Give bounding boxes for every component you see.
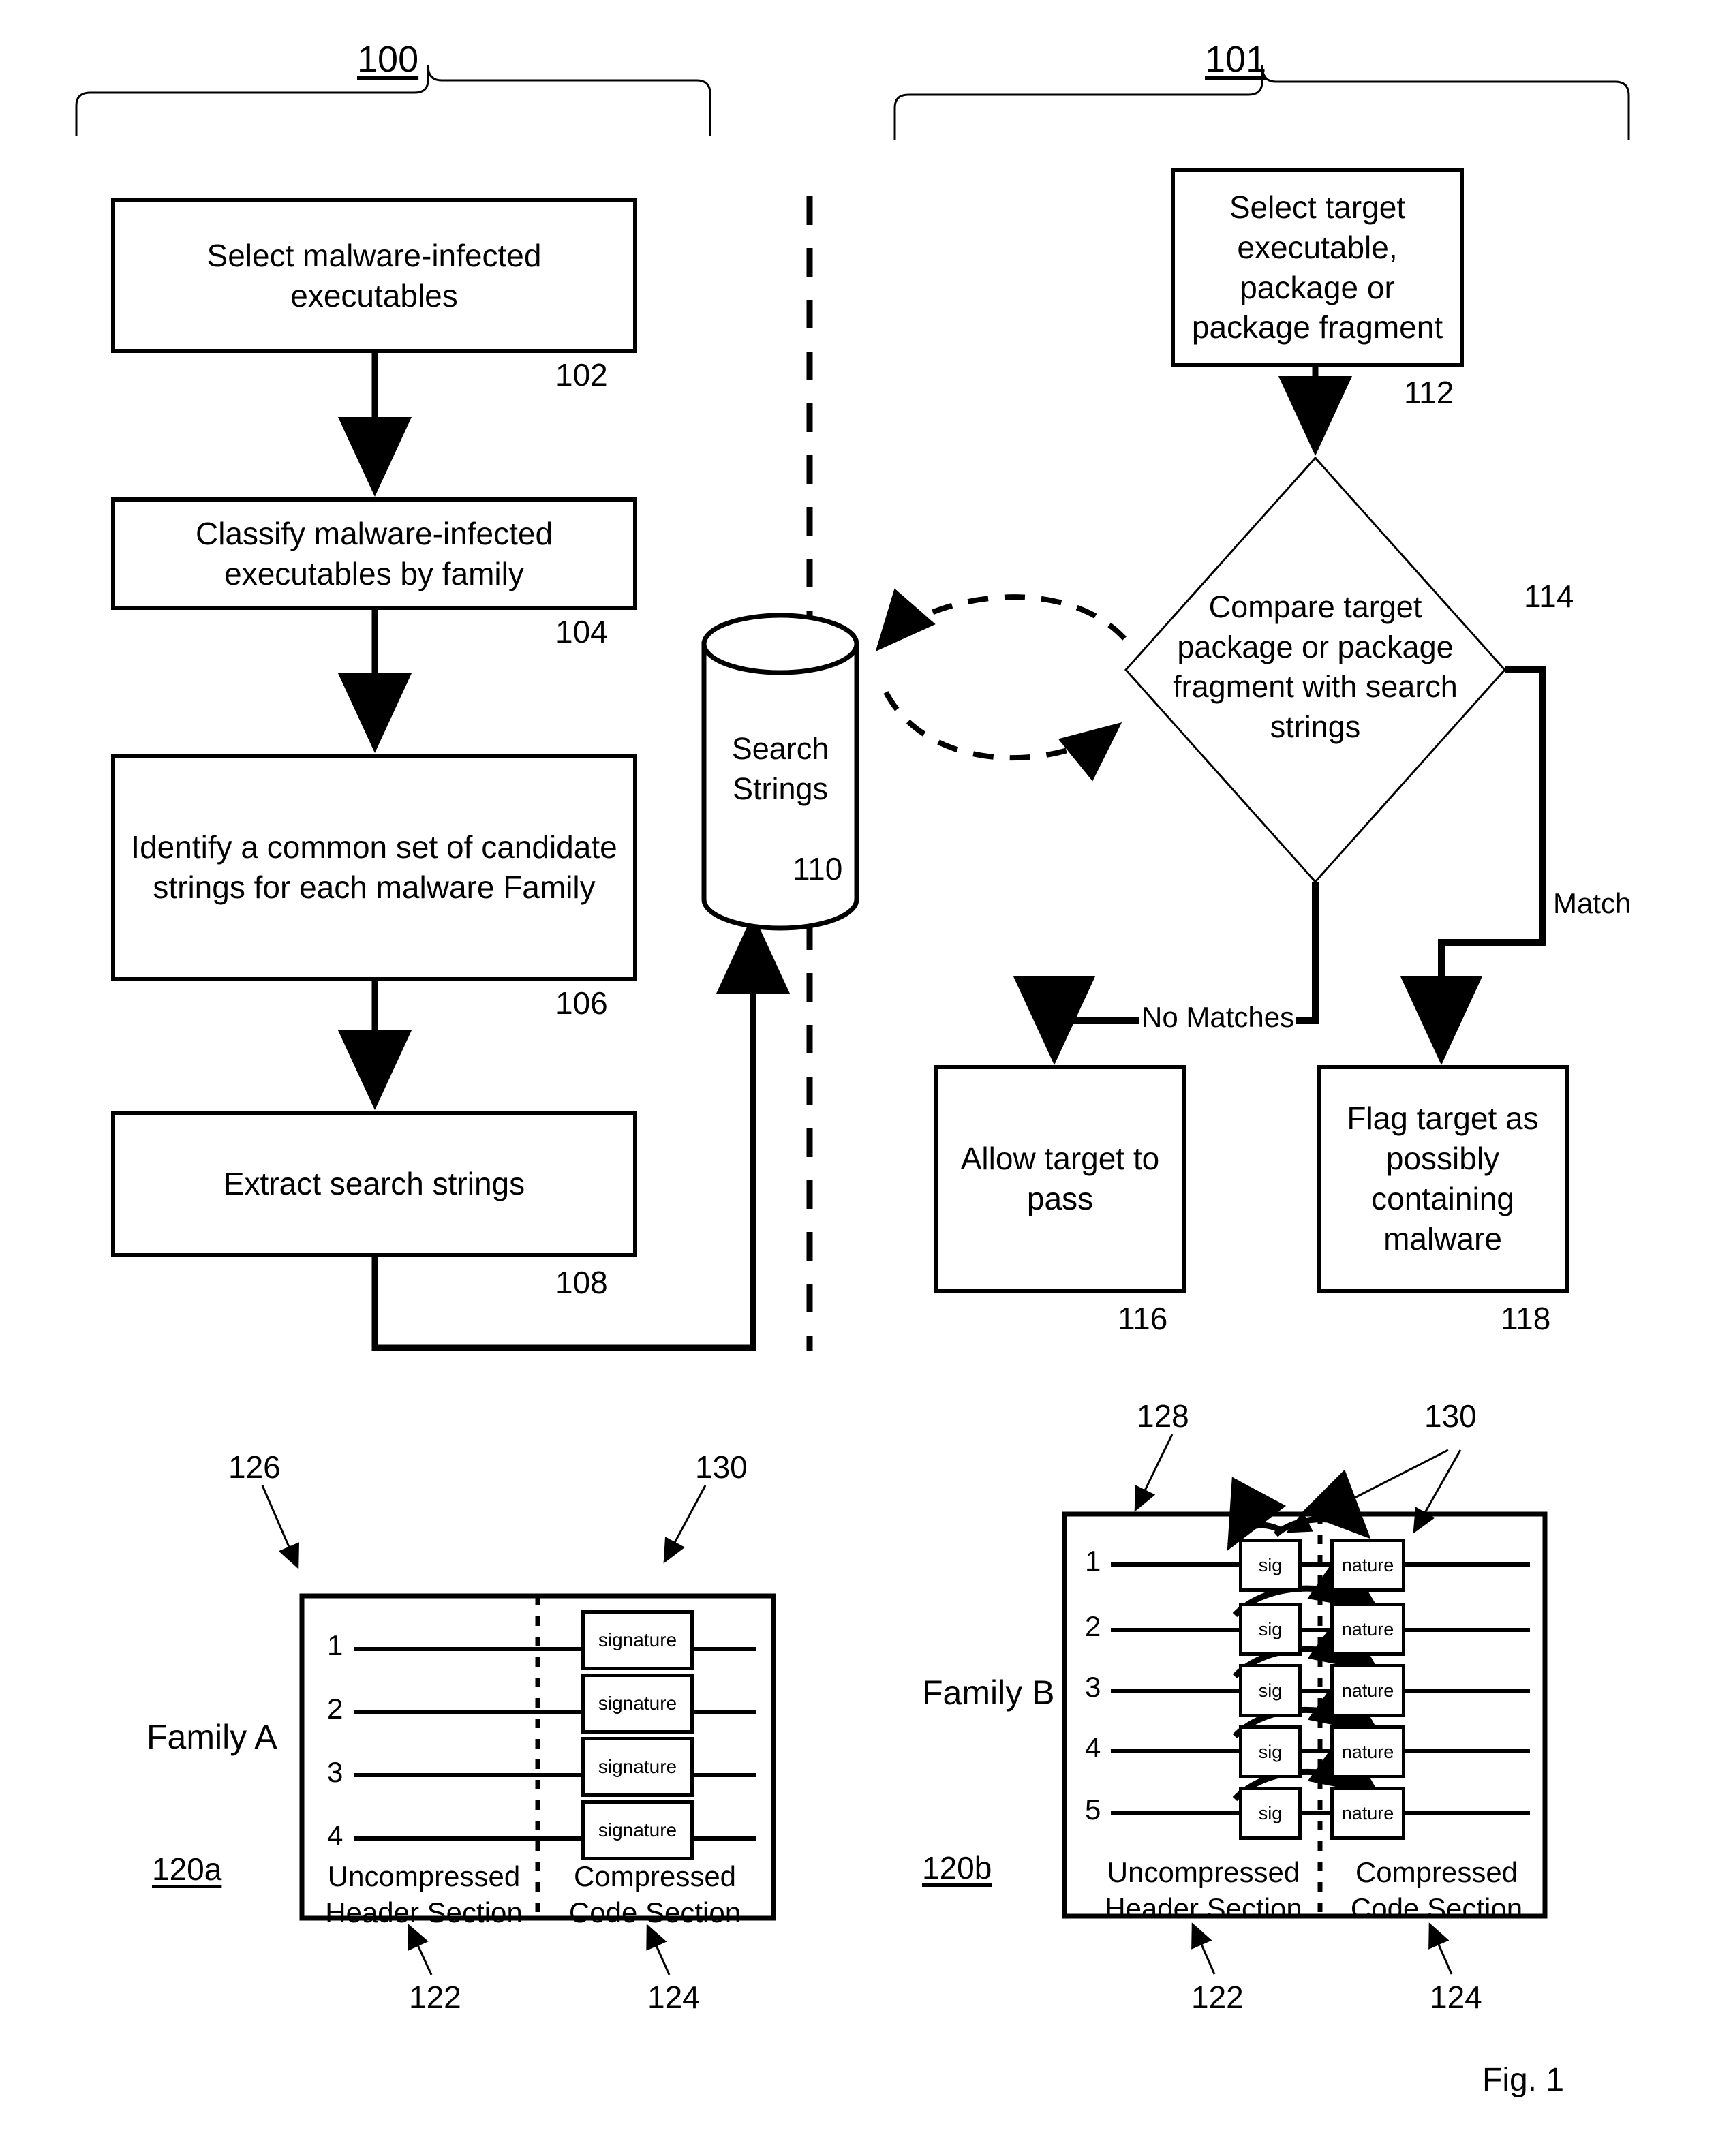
branch-label-no-matches: No Matches xyxy=(1139,1003,1297,1032)
family-b-code-section-caption: Compressed Code Section xyxy=(1330,1855,1543,1926)
step-box-flag-target[interactable]: Flag target as possibly containing malwa… xyxy=(1317,1065,1569,1293)
family-a-title: Family A xyxy=(147,1718,277,1756)
family-b-nature-box[interactable]: nature xyxy=(1330,1603,1405,1656)
ref-108: 108 xyxy=(555,1265,608,1300)
datastore-label-line1: Search xyxy=(731,731,829,766)
family-a-code-section-line1: Compressed xyxy=(573,1860,737,1892)
family-b-header-section-caption: Uncompressed Header Section xyxy=(1097,1855,1310,1926)
family-a-ref-122: 122 xyxy=(409,1980,461,2015)
family-a-ref-120a: 120a xyxy=(152,1851,222,1887)
patent-figure-1: 100 101 Select malware-infected executab… xyxy=(0,0,1716,2156)
family-a-signature-box[interactable]: signature xyxy=(581,1800,694,1860)
step-box-select-target[interactable]: Select target executable, package or pac… xyxy=(1171,168,1464,367)
family-a-ref-130: 130 xyxy=(695,1449,748,1485)
family-b-sig-box[interactable]: sig xyxy=(1239,1603,1302,1656)
family-b-nature-box[interactable]: nature xyxy=(1330,1725,1405,1778)
figure-caption: Fig. 1 xyxy=(1482,2062,1565,2098)
family-b-nature-box[interactable]: nature xyxy=(1330,1787,1405,1840)
family-a-header-section-line2: Header Section xyxy=(325,1896,523,1928)
branch-label-match: Match xyxy=(1551,889,1634,918)
family-a-signature-box[interactable]: signature xyxy=(581,1737,694,1797)
ref-118: 118 xyxy=(1501,1301,1551,1336)
ref-110: 110 xyxy=(793,851,843,887)
family-b-sig-label: sig xyxy=(1258,1802,1283,1823)
family-b-title: Family B xyxy=(922,1674,1055,1712)
family-a-row-number: 4 xyxy=(327,1819,343,1851)
family-a-ref-124: 124 xyxy=(647,1980,700,2015)
family-a-ref-126: 126 xyxy=(228,1449,281,1485)
step-box-select-malware[interactable]: Select malware-infected executables xyxy=(111,198,637,353)
family-a-header-section-line1: Uncompressed xyxy=(327,1860,521,1892)
ref-104: 104 xyxy=(555,614,608,649)
family-b-row-number: 1 xyxy=(1085,1545,1101,1577)
step-box-select-target-label: Select target executable, package or pac… xyxy=(1191,189,1443,345)
family-a-row-number: 3 xyxy=(327,1756,343,1788)
family-b-sig-box[interactable]: sig xyxy=(1239,1725,1302,1778)
step-box-identify-candidates-label: Identify a common set of candidate strin… xyxy=(131,829,617,905)
group-ref-101: 101 xyxy=(1205,39,1267,80)
family-b-row-number: 3 xyxy=(1085,1671,1101,1703)
step-box-identify-candidates[interactable]: Identify a common set of candidate strin… xyxy=(111,754,637,981)
step-box-classify-family[interactable]: Classify malware-infected executables by… xyxy=(111,497,637,610)
family-b-sig-box[interactable]: sig xyxy=(1239,1787,1302,1840)
family-a-signature-label: signature xyxy=(598,1819,677,1841)
family-b-code-section-line1: Compressed xyxy=(1355,1856,1518,1888)
family-b-ref-124: 124 xyxy=(1430,1980,1482,2015)
family-a-code-section-caption: Compressed Code Section xyxy=(549,1859,761,1930)
family-b-ref-120b: 120b xyxy=(922,1850,992,1885)
family-b-row-number: 2 xyxy=(1085,1610,1101,1642)
ref-106: 106 xyxy=(555,985,608,1021)
step-box-allow-target[interactable]: Allow target to pass xyxy=(934,1065,1186,1293)
datastore-compare-link xyxy=(875,588,1127,782)
family-b-ref-130: 130 xyxy=(1424,1398,1477,1434)
family-b-sig-box[interactable]: sig xyxy=(1239,1664,1302,1717)
family-a-row-number: 2 xyxy=(327,1693,343,1725)
family-a-signature-label: signature xyxy=(598,1693,677,1714)
step-box-extract-strings-label: Extract search strings xyxy=(223,1166,525,1202)
family-b-ref-122: 122 xyxy=(1191,1980,1244,2015)
step-box-allow-target-label: Allow target to pass xyxy=(960,1141,1160,1216)
family-b-nature-box[interactable]: nature xyxy=(1330,1539,1405,1592)
family-b-nature-label: nature xyxy=(1341,1802,1394,1823)
family-b-sig-label: sig xyxy=(1258,1618,1283,1639)
family-b-header-section-line1: Uncompressed xyxy=(1107,1856,1300,1888)
family-b-nature-label: nature xyxy=(1341,1680,1394,1701)
family-a-code-section-line2: Code Section xyxy=(568,1896,741,1928)
step-box-select-malware-label: Select malware-infected executables xyxy=(206,237,542,313)
datastore-label: Search Strings xyxy=(704,729,857,809)
decision-label: Compare target package or package fragme… xyxy=(1173,589,1458,744)
family-b-sig-label: sig xyxy=(1258,1554,1283,1575)
family-a-row-number: 1 xyxy=(327,1629,343,1661)
family-a-header-section-caption: Uncompressed Header Section xyxy=(318,1859,530,1930)
step-box-flag-target-label: Flag target as possibly containing malwa… xyxy=(1347,1100,1539,1257)
family-b-sig-label: sig xyxy=(1258,1680,1283,1701)
ref-114: 114 xyxy=(1524,579,1574,614)
family-b-row-number: 5 xyxy=(1085,1793,1101,1826)
family-b-row-number: 4 xyxy=(1085,1731,1101,1764)
family-a-signature-label: signature xyxy=(598,1629,677,1650)
family-b-nature-label: nature xyxy=(1341,1741,1394,1762)
family-a-signature-box[interactable]: signature xyxy=(581,1674,694,1734)
family-a-signature-label: signature xyxy=(598,1756,677,1777)
family-b-ref-128: 128 xyxy=(1137,1398,1189,1434)
family-b-sig-box[interactable]: sig xyxy=(1239,1539,1302,1592)
step-box-extract-strings[interactable]: Extract search strings xyxy=(111,1111,637,1257)
step-box-classify-family-label: Classify malware-infected executables by… xyxy=(195,515,553,591)
family-b-code-section-line2: Code Section xyxy=(1350,1892,1523,1924)
family-a-signature-box[interactable]: signature xyxy=(581,1610,694,1670)
family-b-sig-label: sig xyxy=(1258,1741,1283,1762)
ref-116: 116 xyxy=(1118,1301,1168,1336)
ref-112: 112 xyxy=(1404,375,1454,410)
group-ref-100: 100 xyxy=(357,39,419,80)
family-b-header-section-line2: Header Section xyxy=(1105,1892,1302,1924)
family-b-nature-box[interactable]: nature xyxy=(1330,1664,1405,1717)
family-b-nature-label: nature xyxy=(1341,1554,1394,1575)
family-b-nature-label: nature xyxy=(1341,1618,1394,1639)
ref-102: 102 xyxy=(555,357,608,392)
datastore-label-line2: Strings xyxy=(732,771,829,806)
